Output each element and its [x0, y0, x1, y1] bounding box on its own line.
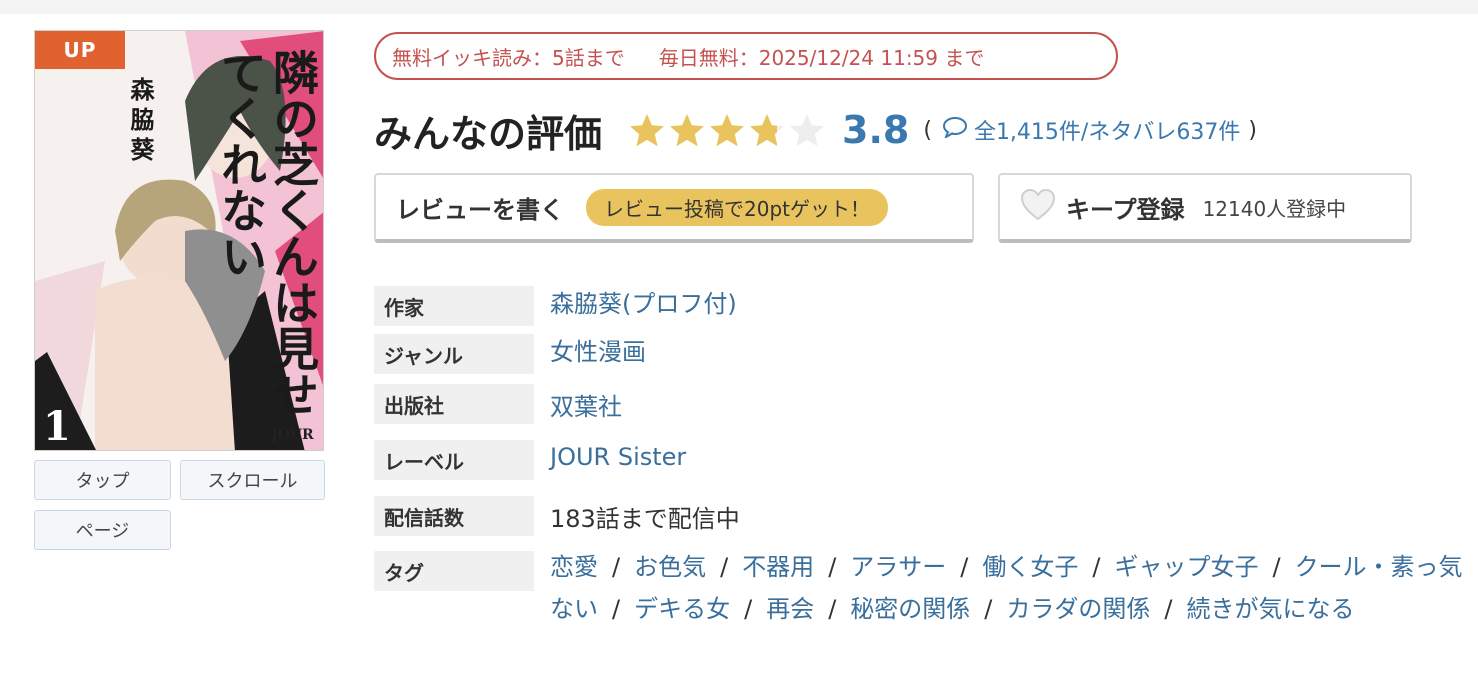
heart-icon	[1020, 188, 1056, 225]
tag-link[interactable]: デキる女	[634, 595, 730, 623]
tag-link[interactable]: アラサー	[850, 553, 946, 581]
author-label: 作家	[374, 286, 534, 326]
tap-view-button[interactable]: タップ	[34, 460, 171, 500]
rating-title: みんなの評価	[374, 111, 603, 156]
keep-button[interactable]: キープ登録 12140人登録中	[998, 173, 1412, 243]
tag-separator: /	[612, 595, 621, 623]
page-view-button[interactable]: ページ	[34, 510, 171, 550]
episodes-text: 183話まで配信中	[550, 505, 740, 533]
rating-score: 3.8	[842, 108, 910, 152]
tag-separator: /	[1164, 595, 1173, 623]
star-icon	[710, 114, 745, 147]
genre-link[interactable]: 女性漫画	[550, 332, 646, 367]
up-badge: UP	[35, 31, 125, 69]
keep-count: 12140人登録中	[1202, 196, 1347, 221]
keep-label: キープ登録	[1066, 195, 1185, 224]
label-label: レーベル	[374, 440, 534, 480]
star-icon	[790, 114, 825, 147]
free-binge-text: 無料イッキ読み：5話まで	[392, 45, 625, 70]
tag-link[interactable]: 働く女子	[982, 553, 1078, 581]
tag-separator: /	[720, 553, 729, 581]
tag-separator: /	[1272, 553, 1281, 581]
tag-link[interactable]: 不器用	[742, 553, 814, 581]
star-icon	[750, 114, 785, 147]
scroll-view-button[interactable]: スクロール	[180, 460, 325, 500]
free-reading-banner[interactable]: 無料イッキ読み：5話まで 毎日無料：2025/12/24 11:59 まで	[374, 32, 1118, 80]
tag-list: 恋愛/​お色気/​不器用/​アラサー/​働く女子/​ギャップ女子/​クール・素っ…	[550, 546, 1470, 630]
tag-link[interactable]: 秘密の関係	[850, 595, 970, 623]
episodes-value: 183話まで配信中	[550, 499, 740, 534]
label-link[interactable]: JOUR Sister	[550, 443, 686, 471]
daily-free-text: 毎日無料：2025/12/24 11:59 まで	[658, 45, 985, 70]
tag-link[interactable]: ギャップ女子	[1114, 553, 1258, 581]
tag-link[interactable]: 再会	[766, 595, 814, 623]
tag-separator: /	[984, 595, 993, 623]
speech-bubble-icon	[942, 116, 968, 144]
paren-close: )	[1248, 117, 1257, 143]
write-review-label: レビューを書く	[396, 195, 564, 224]
cover-author: 森脇葵	[126, 77, 155, 167]
review-promo-badge: レビュー投稿で20ptゲット！	[586, 188, 888, 226]
review-count-text: 全1,415件/ネタバレ637件	[973, 120, 1241, 145]
book-cover[interactable]: UP 隣の芝くんは見せてくれない 森脇葵 1 JOUR	[34, 30, 324, 451]
genre-label: ジャンル	[374, 334, 534, 374]
publisher-label: 出版社	[374, 384, 534, 424]
tag-link[interactable]: 続きが気になる	[1186, 595, 1354, 623]
tag-link[interactable]: お色気	[634, 553, 706, 581]
paren-open: (	[923, 117, 932, 143]
rating-stars	[628, 112, 828, 148]
tag-separator: /	[744, 595, 753, 623]
tag-separator: /	[828, 553, 837, 581]
star-icon	[630, 114, 665, 147]
author-name[interactable]: 森脇葵(プロフ付)	[550, 290, 737, 318]
tag-separator: /	[1092, 553, 1101, 581]
review-count-link[interactable]: ( 全1,415件/ネタバレ637件 )	[923, 114, 1257, 146]
tag-link[interactable]: カラダの関係	[1006, 595, 1150, 623]
top-bar	[0, 0, 1478, 14]
write-review-button[interactable]: レビューを書く レビュー投稿で20ptゲット！	[374, 173, 974, 243]
tag-separator: /	[960, 553, 969, 581]
cover-volume: 1	[43, 403, 71, 450]
publisher-link[interactable]: 双葉社	[550, 387, 622, 422]
author-link[interactable]: 森脇葵(プロフ付)	[550, 284, 737, 319]
rating-row: みんなの評価 3.8 ( 全1,415件/ネタバレ637件 )	[374, 100, 1454, 160]
tag-separator: /	[828, 595, 837, 623]
cover-title: 隣の芝くんは見せてくれない	[214, 49, 320, 417]
tag-link[interactable]: 恋愛	[550, 553, 598, 581]
cover-label-mark: JOUR	[271, 427, 314, 443]
tag-separator: /	[612, 553, 621, 581]
tags-label: タグ	[374, 551, 534, 591]
star-icon	[670, 114, 705, 147]
episodes-label: 配信話数	[374, 496, 534, 536]
